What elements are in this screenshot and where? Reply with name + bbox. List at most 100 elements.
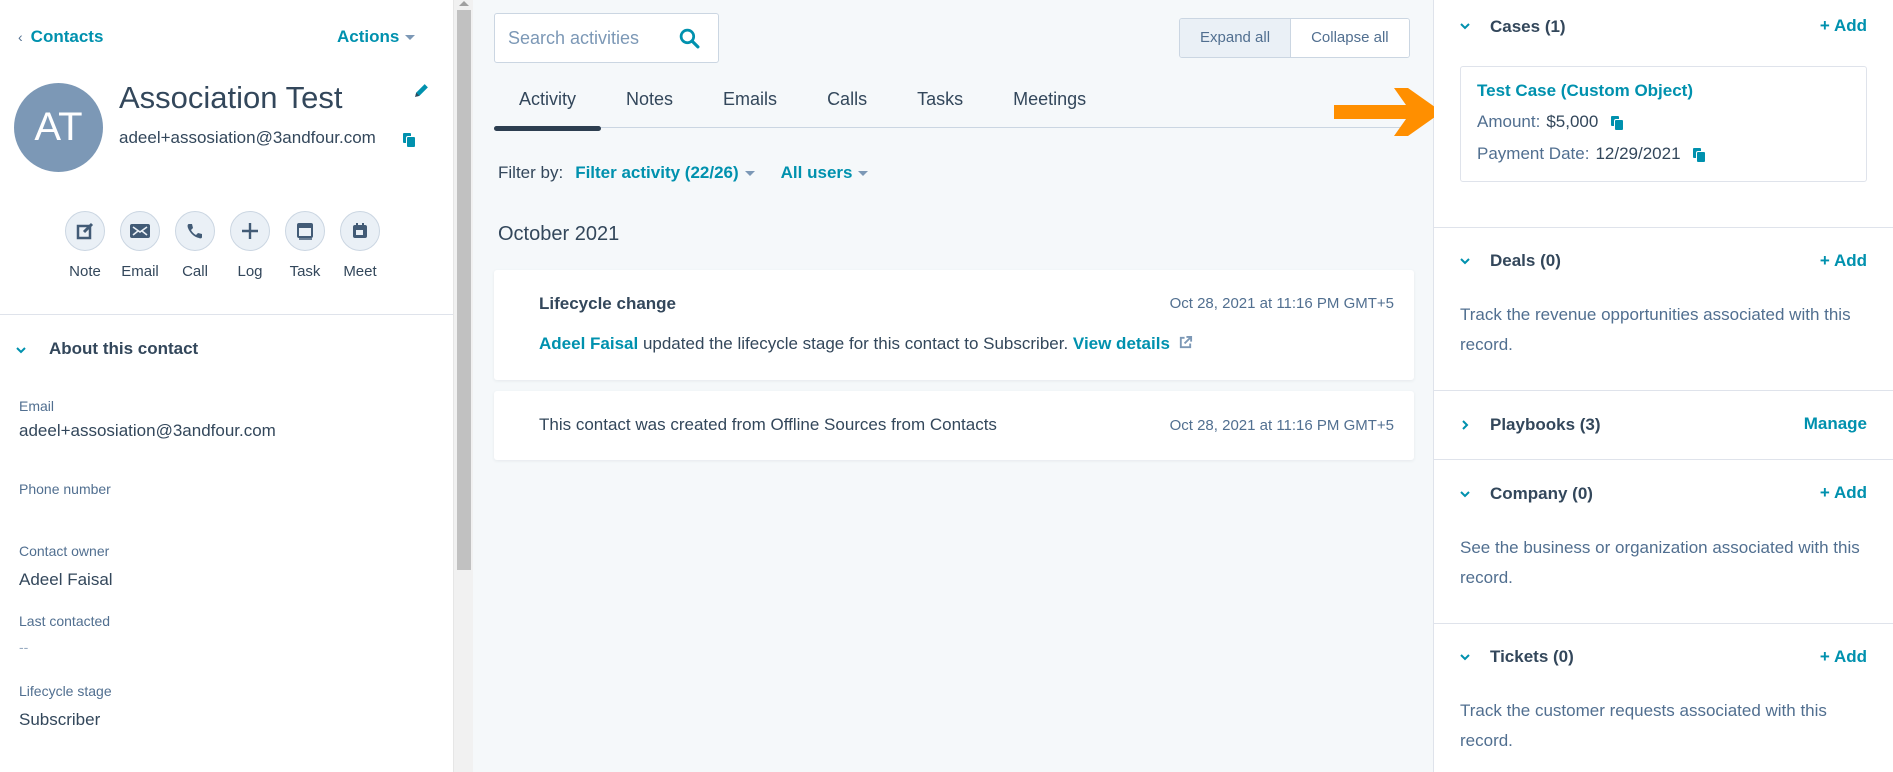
actions-dropdown[interactable]: Actions (337, 27, 416, 47)
tickets-description: Track the customer requests associated w… (1460, 701, 1827, 750)
add-company-button[interactable]: + Add (1820, 483, 1867, 503)
tab-activity[interactable]: Activity (494, 86, 602, 131)
collapse-all-button[interactable]: Collapse all (1291, 19, 1409, 57)
property-value-owner[interactable]: Adeel Faisal (19, 570, 113, 590)
chevron-down-icon[interactable] (1459, 652, 1471, 662)
timeline-item-timestamp: Oct 28, 2021 at 11:16 PM GMT+5 (1169, 417, 1394, 434)
divider (1434, 390, 1893, 391)
chevron-down-icon[interactable] (15, 342, 27, 360)
property-value-phone[interactable] (19, 504, 319, 526)
edit-pencil-icon[interactable] (413, 82, 430, 104)
call-label: Call (182, 263, 208, 280)
contact-name: Association Test (119, 80, 343, 115)
search-activities-box[interactable] (494, 13, 719, 63)
tickets-section-title[interactable]: Tickets (0) (1490, 647, 1574, 667)
about-section-title[interactable]: About this contact (49, 339, 198, 359)
left-panel-scrollbar[interactable] (453, 0, 473, 772)
timeline-item-body: This contact was created from Offline So… (539, 415, 997, 434)
divider (1434, 227, 1893, 228)
tab-emails[interactable]: Emails (698, 86, 802, 128)
all-users-dropdown[interactable]: All users (781, 163, 869, 183)
timeline-item[interactable]: Lifecycle change Oct 28, 2021 at 11:16 P… (494, 270, 1414, 380)
chevron-down-icon[interactable] (1459, 21, 1471, 31)
plus-icon (242, 223, 258, 239)
chevron-left-icon: ‹ (18, 29, 23, 45)
copy-icon[interactable] (1611, 116, 1625, 132)
divider (1434, 459, 1893, 460)
envelope-icon (130, 224, 150, 238)
actor-link[interactable]: Adeel Faisal (539, 334, 638, 353)
timeline-item[interactable]: This contact was created from Offline So… (494, 391, 1414, 460)
expand-collapse-group: Expand all Collapse all (1179, 18, 1410, 58)
expand-all-button[interactable]: Expand all (1180, 19, 1292, 57)
email-button[interactable] (120, 211, 160, 251)
log-button[interactable] (230, 211, 270, 251)
search-icon[interactable] (679, 28, 700, 49)
filter-by-label: Filter by: (498, 163, 564, 182)
playbooks-section-title[interactable]: Playbooks (3) (1490, 415, 1601, 435)
search-input[interactable] (508, 27, 668, 49)
activity-timeline: Expand all Collapse all Activity Notes E… (473, 0, 1434, 772)
property-value-email[interactable]: adeel+assosiation@3andfour.com (19, 421, 276, 441)
property-value-last-contacted: -- (19, 639, 29, 655)
add-ticket-button[interactable]: + Add (1820, 647, 1867, 667)
email-label: Email (121, 263, 159, 280)
back-to-contacts-link[interactable]: ‹ Contacts (18, 27, 103, 47)
external-link-icon[interactable] (1178, 335, 1193, 350)
note-button[interactable] (65, 211, 105, 251)
contact-email: adeel+assosiation@3andfour.com (119, 128, 376, 147)
chevron-down-icon[interactable] (1459, 489, 1471, 499)
note-label: Note (69, 263, 101, 280)
note-edit-icon (76, 222, 94, 240)
divider (1434, 623, 1893, 624)
contact-sidebar: ‹ Contacts Actions AT Association Test ad… (0, 0, 453, 772)
month-heading: October 2021 (498, 223, 620, 245)
view-details-link[interactable]: View details (1073, 334, 1170, 353)
caret-down-icon (858, 171, 869, 177)
timeline-item-timestamp: Oct 28, 2021 at 11:16 PM GMT+5 (1169, 295, 1394, 312)
copy-icon[interactable] (403, 133, 416, 149)
task-icon (297, 223, 313, 240)
filter-bar: Filter by: Filter activity (22/26) All u… (498, 163, 894, 183)
call-button[interactable] (175, 211, 215, 251)
property-label-lifecycle: Lifecycle stage (19, 683, 112, 699)
copy-icon[interactable] (1693, 148, 1707, 164)
company-description: See the business or organization associa… (1460, 538, 1860, 587)
annotation-arrow-icon (1334, 84, 1444, 145)
case-record-card: Test Case (Custom Object) Amount: $5,000 … (1460, 66, 1867, 182)
timeline-item-title: Lifecycle change (539, 294, 677, 313)
caret-down-icon (405, 35, 416, 41)
property-value-lifecycle[interactable]: Subscriber (19, 710, 100, 730)
manage-playbooks-button[interactable]: Manage (1804, 414, 1867, 434)
associations-sidebar: Cases (1) + Add Test Case (Custom Object… (1434, 0, 1893, 772)
case-record-link[interactable]: Test Case (Custom Object) (1477, 81, 1693, 101)
chevron-right-icon[interactable] (1459, 419, 1471, 431)
property-label-phone: Phone number (19, 481, 111, 497)
task-label: Task (289, 263, 321, 280)
cases-section-title[interactable]: Cases (1) (1490, 17, 1566, 37)
divider (0, 314, 453, 315)
meet-button[interactable] (340, 211, 380, 251)
property-label-email: Email (19, 398, 55, 414)
meet-label: Meet (343, 263, 377, 280)
log-label: Log (237, 263, 263, 280)
company-section-title[interactable]: Company (0) (1490, 484, 1593, 504)
tab-tasks[interactable]: Tasks (892, 86, 988, 128)
property-label-last-contacted: Last contacted (19, 613, 111, 629)
deals-section-title[interactable]: Deals (0) (1490, 251, 1561, 271)
tab-meetings[interactable]: Meetings (988, 86, 1111, 128)
case-payment-date-row: Payment Date: 12/29/2021 (1477, 144, 1707, 164)
caret-down-icon (744, 171, 755, 177)
avatar: AT (14, 83, 103, 172)
scrollbar-thumb[interactable] (457, 10, 471, 570)
case-amount-row: Amount: $5,000 (1477, 112, 1625, 132)
add-deal-button[interactable]: + Add (1820, 251, 1867, 271)
deals-description: Track the revenue opportunities associat… (1460, 305, 1851, 354)
tab-notes[interactable]: Notes (601, 86, 698, 128)
filter-activity-dropdown[interactable]: Filter activity (22/26) (575, 163, 755, 183)
task-button[interactable] (285, 211, 325, 251)
chevron-down-icon[interactable] (1459, 256, 1471, 266)
add-case-button[interactable]: + Add (1820, 16, 1867, 36)
tab-calls[interactable]: Calls (802, 86, 892, 128)
scroll-up-arrow-icon[interactable] (459, 1, 469, 6)
